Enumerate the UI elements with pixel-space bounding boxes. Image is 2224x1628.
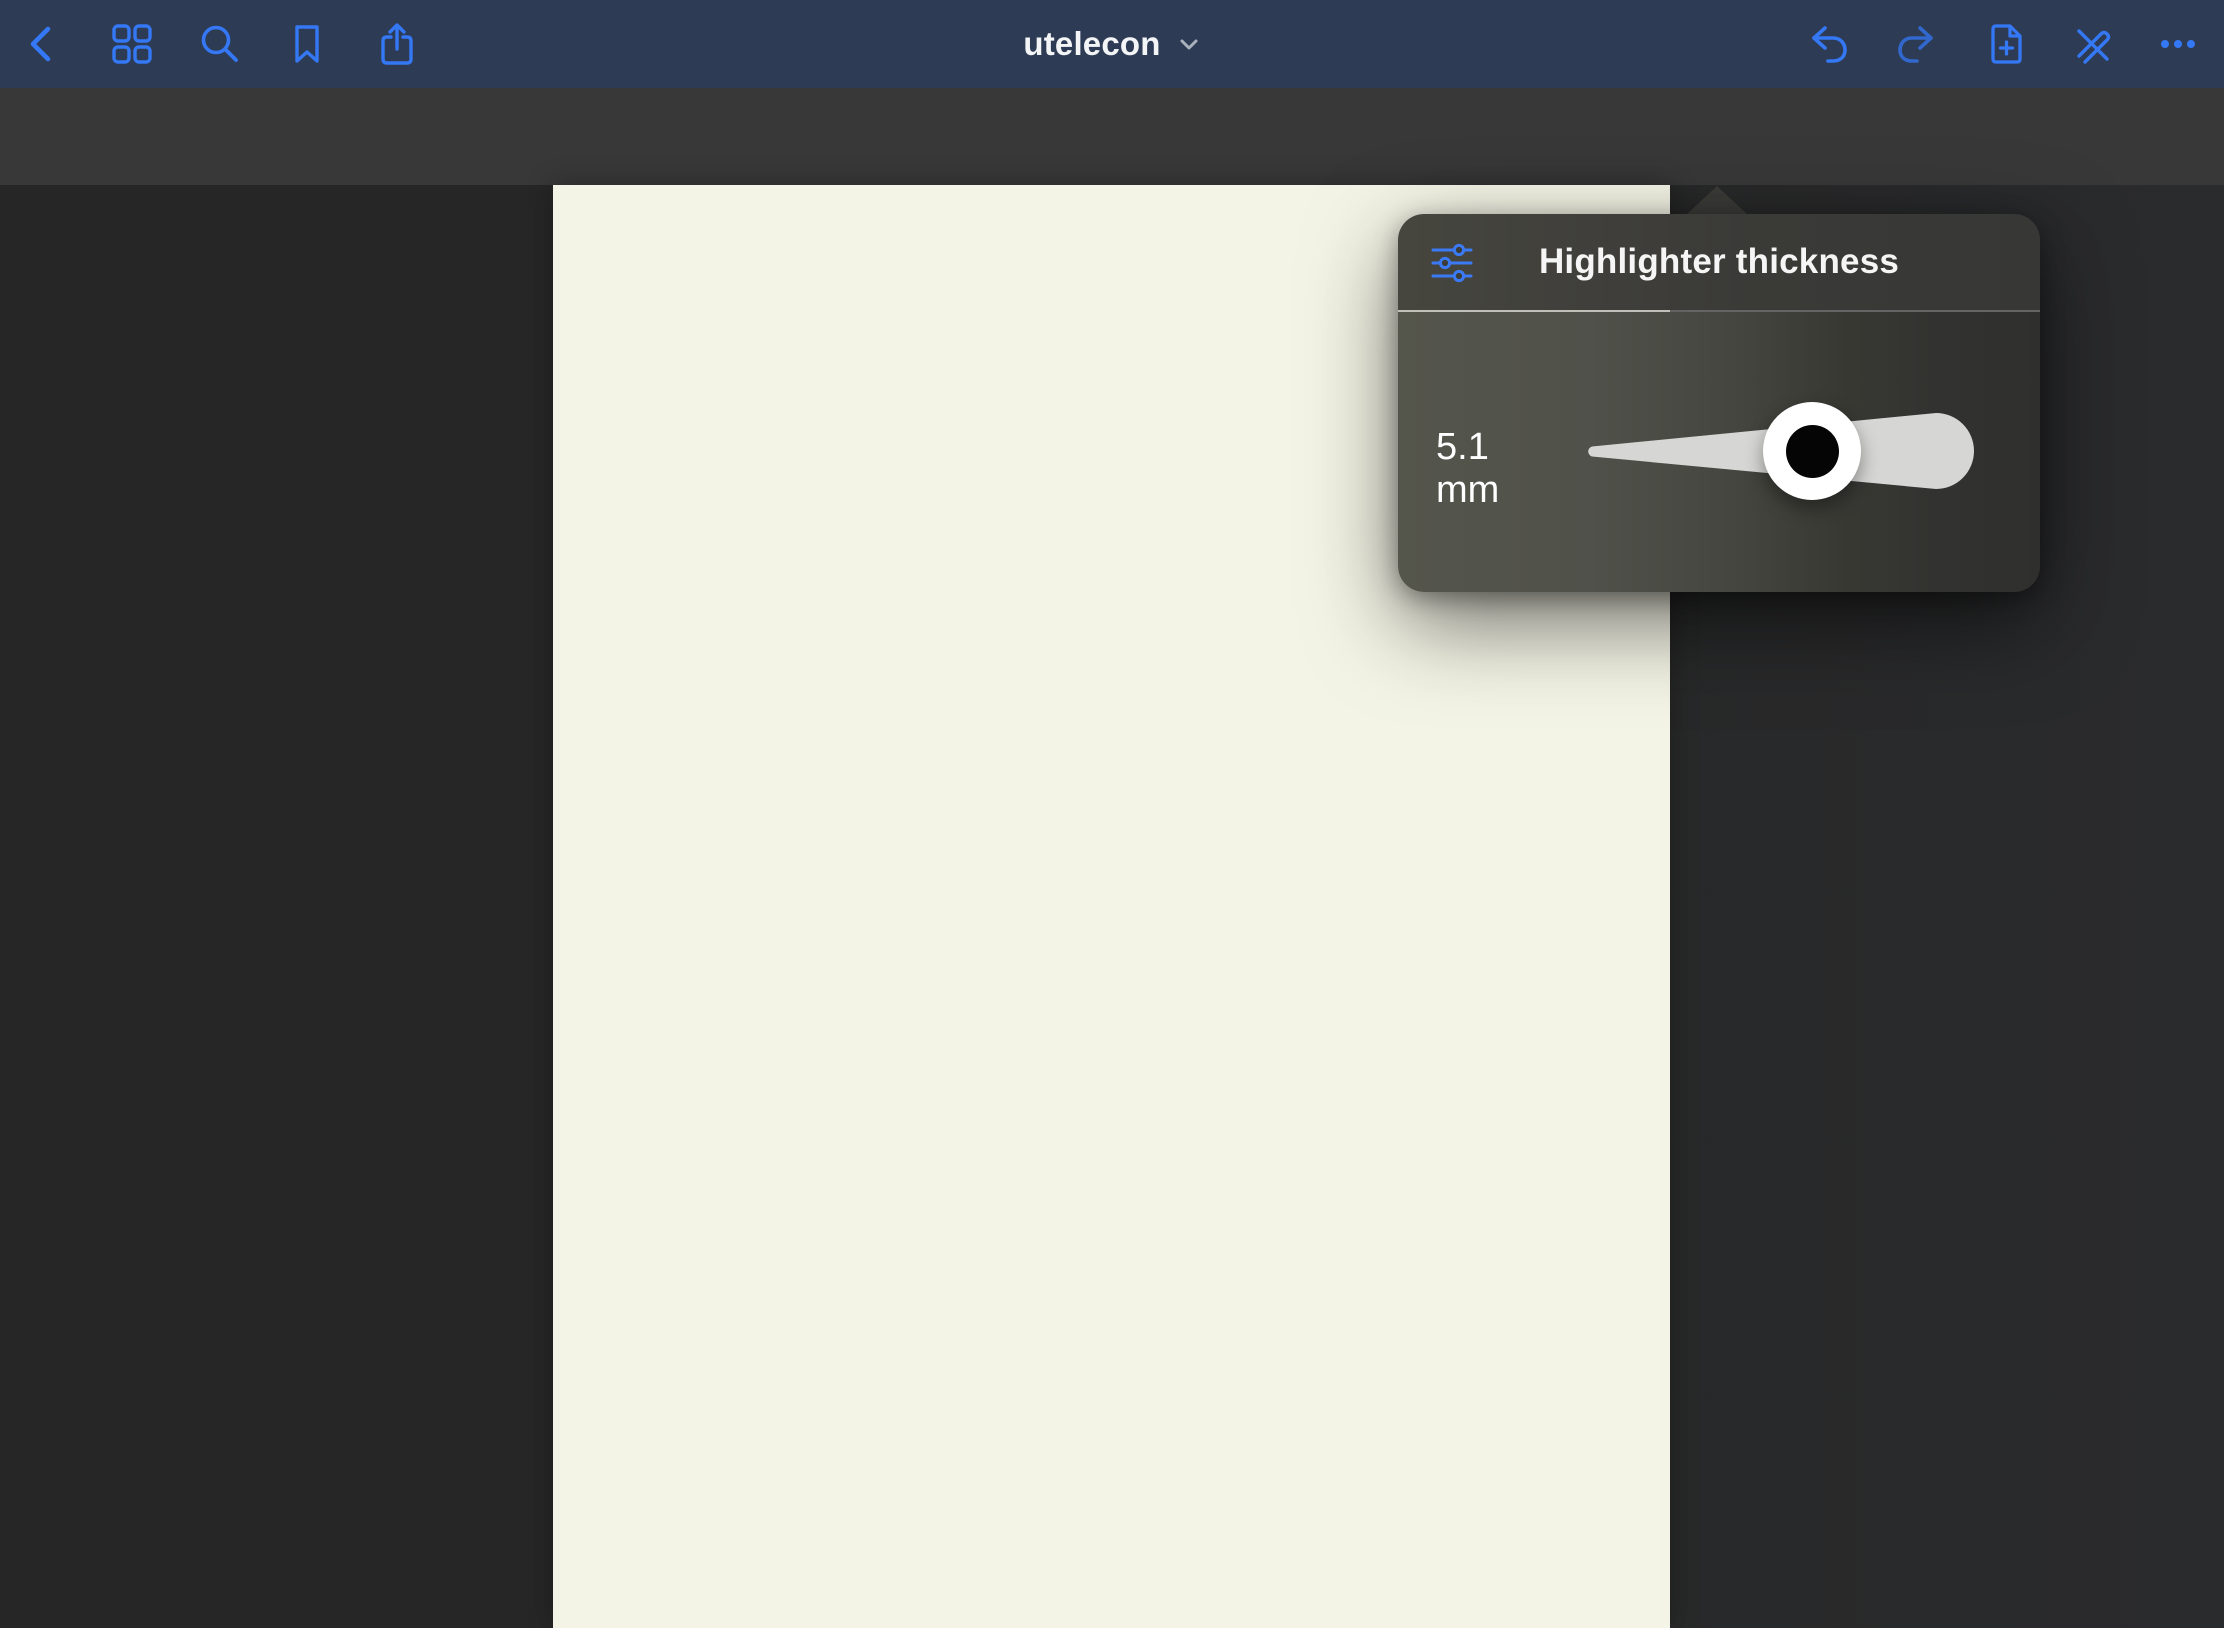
undo-button[interactable] bbox=[1805, 21, 1851, 67]
pages-grid-icon bbox=[109, 21, 155, 67]
highlighter-thickness-popover: Highlighter thickness 5.1 mm bbox=[1398, 214, 2040, 592]
search-icon bbox=[197, 21, 243, 67]
popover-body: 5.1 mm bbox=[1398, 312, 2040, 592]
document-title[interactable]: utelecon bbox=[1023, 25, 1160, 63]
undo-icon bbox=[1805, 21, 1851, 67]
search-button[interactable] bbox=[197, 21, 243, 67]
thumbnails-button[interactable] bbox=[109, 21, 155, 67]
sliders-settings-icon bbox=[1429, 240, 1475, 286]
add-page-icon bbox=[1982, 21, 2028, 67]
stylus-toggle-button[interactable] bbox=[2069, 21, 2115, 67]
popover-arrow bbox=[1686, 186, 1748, 215]
more-button[interactable] bbox=[2155, 21, 2201, 67]
popover-header: Highlighter thickness bbox=[1398, 214, 2040, 310]
thickness-slider-thumb[interactable] bbox=[1763, 402, 1861, 500]
redo-button[interactable] bbox=[1894, 21, 1940, 67]
add-page-button[interactable] bbox=[1982, 21, 2028, 67]
popover-title: Highlighter thickness bbox=[1398, 242, 2040, 282]
bookmark-icon bbox=[284, 21, 330, 67]
stylus-cross-icon bbox=[2069, 21, 2115, 67]
redo-icon bbox=[1894, 21, 1940, 67]
title-chevron-down-icon[interactable] bbox=[1177, 32, 1201, 56]
document-title-group: utelecon bbox=[0, 0, 2224, 88]
back-button[interactable] bbox=[20, 21, 66, 67]
thickness-value-label: 5.1 mm bbox=[1436, 426, 1546, 512]
back-icon bbox=[20, 21, 66, 67]
share-button[interactable] bbox=[374, 21, 420, 67]
bookmark-button[interactable] bbox=[284, 21, 330, 67]
tool-bar bbox=[0, 88, 2224, 185]
more-ellipsis-icon bbox=[2155, 21, 2201, 67]
share-icon bbox=[374, 21, 420, 67]
navigation-bar: utelecon bbox=[0, 0, 2224, 88]
thickness-slider-thumb-dot bbox=[1786, 425, 1839, 478]
app-window: utelecon bbox=[0, 0, 2224, 1628]
